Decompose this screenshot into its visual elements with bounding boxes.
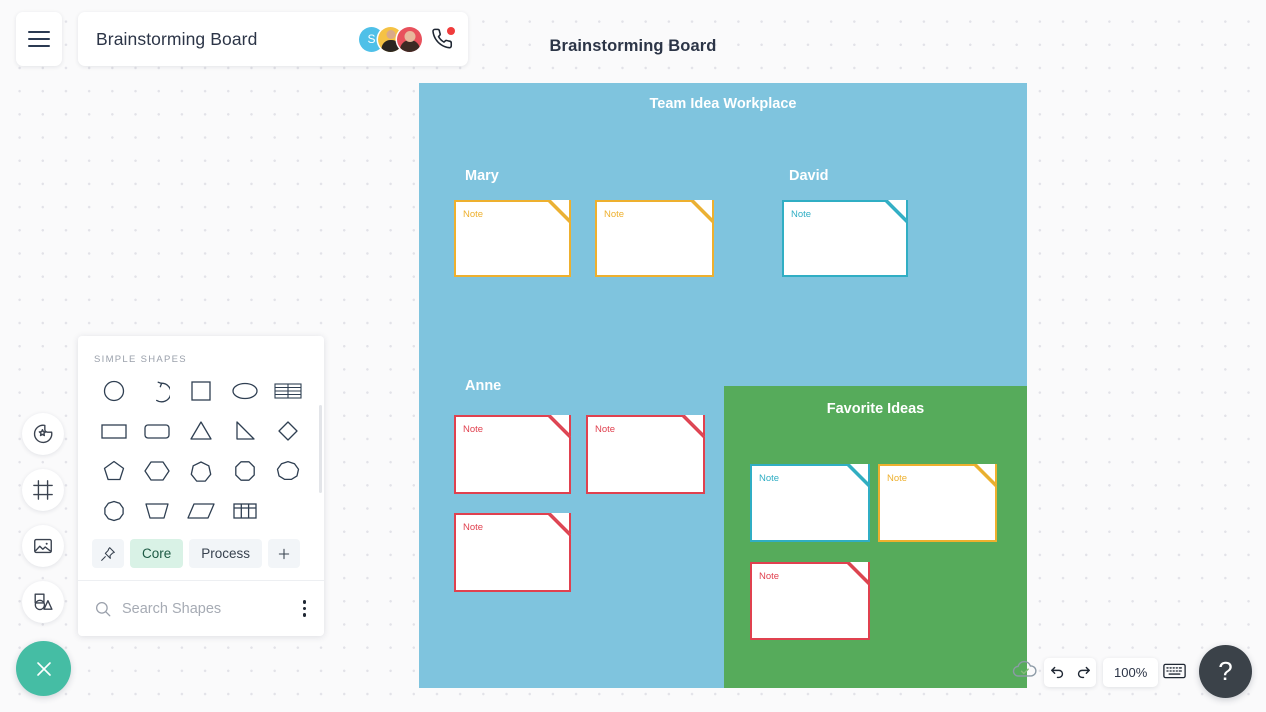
- hexagon-shape-icon[interactable]: [136, 455, 180, 487]
- decagon-shape-icon[interactable]: [92, 495, 136, 527]
- app-root: Brainstorming Board S Brainstorming Boar…: [0, 0, 1266, 712]
- sidebar-item-frame[interactable]: [22, 469, 64, 511]
- parallelogram-shape-icon[interactable]: [179, 495, 223, 527]
- search-input[interactable]: Search Shapes: [122, 601, 299, 617]
- shape-library-tabs: Core Process: [78, 533, 324, 580]
- shapes-panel-scrollbar[interactable]: [319, 405, 322, 493]
- rectangle-shape-icon[interactable]: [92, 415, 136, 447]
- group-label-anne: Anne: [465, 378, 502, 394]
- sticky-note[interactable]: Note: [586, 415, 705, 494]
- hamburger-menu-icon: [28, 31, 50, 33]
- note-label: Note: [463, 424, 484, 435]
- sticky-note[interactable]: Note: [750, 464, 870, 542]
- note-label: Note: [791, 209, 812, 220]
- pentagon-shape-icon[interactable]: [92, 455, 136, 487]
- left-tool-rail: [22, 413, 64, 637]
- redo-icon[interactable]: [1075, 664, 1092, 681]
- arc-shape-icon[interactable]: [136, 375, 180, 407]
- close-panel-button[interactable]: [16, 641, 71, 696]
- trapezoid-shape-icon[interactable]: [136, 495, 180, 527]
- kebab-menu-icon[interactable]: [299, 596, 310, 620]
- heptagon-shape-icon[interactable]: [179, 455, 223, 487]
- note-label: Note: [595, 424, 616, 435]
- shape-cell-empty: [266, 495, 310, 527]
- tab-pinned[interactable]: [92, 539, 124, 568]
- table-shape-icon[interactable]: [223, 495, 267, 527]
- tab-core[interactable]: Core: [130, 539, 184, 568]
- zoom-level-control[interactable]: 100%: [1103, 658, 1159, 687]
- shapes-grid: [92, 375, 310, 527]
- ellipse-shape-icon[interactable]: [223, 375, 267, 407]
- tab-process[interactable]: Process: [189, 539, 263, 568]
- shapes-section-title: SIMPLE SHAPES: [94, 354, 187, 365]
- note-fold-corner: [692, 200, 714, 222]
- undo-icon[interactable]: [1049, 664, 1066, 681]
- tab-add-library[interactable]: [268, 539, 301, 568]
- note-label: Note: [463, 209, 484, 220]
- note-fold-corner: [549, 415, 571, 437]
- group-label-mary: Mary: [465, 168, 499, 184]
- lined-table-shape-icon[interactable]: [266, 375, 310, 407]
- triangle-shape-icon[interactable]: [179, 415, 223, 447]
- sticky-note[interactable]: Note: [595, 200, 714, 277]
- note-label: Note: [759, 473, 780, 484]
- note-fold-corner: [848, 562, 870, 584]
- sidebar-item-stickers[interactable]: [22, 413, 64, 455]
- sticky-note[interactable]: Note: [454, 200, 571, 277]
- keyboard-icon[interactable]: [1163, 662, 1186, 685]
- sticky-note[interactable]: Note: [878, 464, 997, 542]
- note-label: Note: [463, 522, 484, 533]
- right-triangle-shape-icon[interactable]: [223, 415, 267, 447]
- note-fold-corner: [848, 464, 870, 486]
- note-fold-corner: [886, 200, 908, 222]
- shapes-scroll-area: [78, 375, 324, 533]
- call-notification-badge: [447, 27, 455, 35]
- rounded-rectangle-shape-icon[interactable]: [136, 415, 180, 447]
- sticky-note[interactable]: Note: [454, 415, 571, 494]
- cloud-saved-icon[interactable]: [1012, 659, 1038, 686]
- shapes-panel: SIMPLE SHAPES Core Process Search Shapes: [78, 336, 324, 636]
- page-title: Brainstorming Board: [549, 37, 717, 55]
- note-label: Note: [759, 571, 780, 582]
- note-fold-corner: [549, 200, 571, 222]
- nonagon-shape-icon[interactable]: [266, 455, 310, 487]
- search-icon: [95, 601, 111, 616]
- octagon-shape-icon[interactable]: [223, 455, 267, 487]
- circle-shape-icon[interactable]: [92, 375, 136, 407]
- sidebar-item-image[interactable]: [22, 525, 64, 567]
- sticky-note[interactable]: Note: [454, 513, 571, 592]
- sticky-note[interactable]: Note: [750, 562, 870, 640]
- diamond-shape-icon[interactable]: [266, 415, 310, 447]
- help-button[interactable]: ?: [1199, 645, 1252, 698]
- sidebar-item-shapes[interactable]: [22, 581, 64, 623]
- note-label: Note: [604, 209, 625, 220]
- note-fold-corner: [683, 415, 705, 437]
- square-shape-icon[interactable]: [179, 375, 223, 407]
- note-label: Note: [887, 473, 908, 484]
- board-canvas[interactable]: Team Idea Workplace Favorite Ideas Mary …: [419, 83, 1027, 688]
- sticky-note[interactable]: Note: [782, 200, 908, 277]
- board-canvas-title: Team Idea Workplace: [649, 96, 797, 112]
- group-label-david: David: [789, 168, 829, 184]
- shape-search-row[interactable]: Search Shapes: [78, 580, 324, 636]
- note-fold-corner: [549, 513, 571, 535]
- undo-redo-group[interactable]: [1044, 658, 1096, 687]
- note-fold-corner: [975, 464, 997, 486]
- favorite-ideas-title: Favorite Ideas: [826, 401, 925, 417]
